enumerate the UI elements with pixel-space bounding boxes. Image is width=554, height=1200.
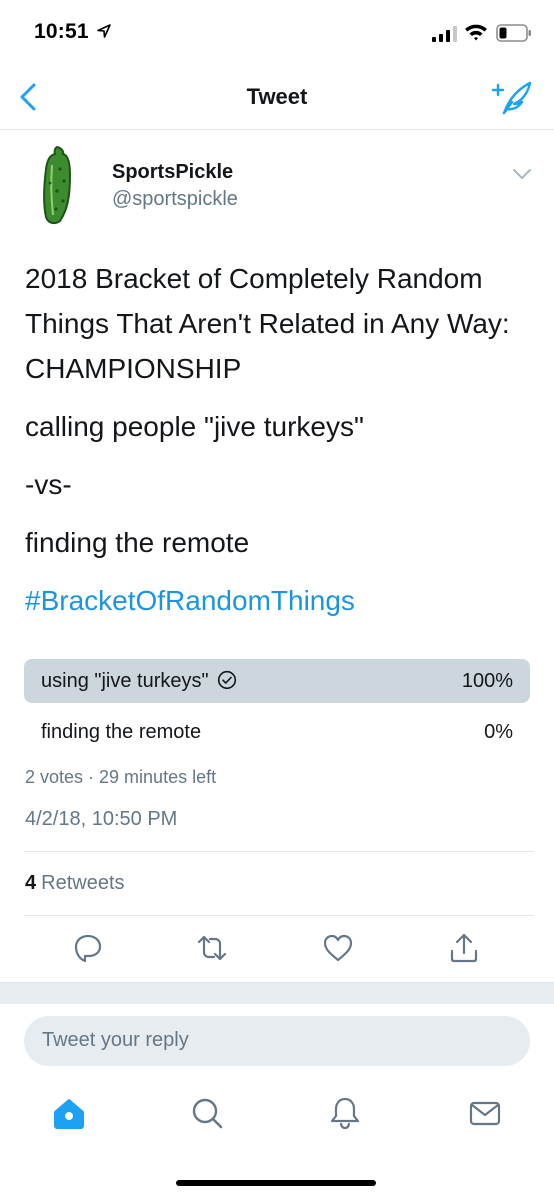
poll-option-label: using "jive turkeys" (41, 670, 209, 692)
heart-icon[interactable] (322, 932, 354, 964)
divider (24, 851, 534, 852)
home-indicator (176, 1180, 376, 1186)
tweet-header: SportsPickle @sportspickle (0, 131, 554, 231)
check-circle-icon (217, 670, 236, 690)
poll-option-percent: 100% (461, 670, 513, 692)
tweet-action-bar (0, 920, 554, 980)
retweet-count: 4 (25, 872, 37, 894)
tweet-timestamp: 4/2/18, 10:50 PM (25, 808, 178, 830)
display-name[interactable]: SportsPickle (112, 161, 233, 184)
tweet-paragraph: finding the remote (25, 527, 250, 558)
location-arrow-icon (97, 24, 111, 38)
battery-icon (496, 24, 531, 42)
poll-option-label: finding the remote (41, 721, 202, 743)
status-bar: 10:51 (0, 0, 554, 62)
tab-bar (0, 1090, 554, 1140)
bell-icon[interactable] (328, 1096, 362, 1130)
hashtag-link[interactable]: #BracketOfRandomThings (25, 578, 535, 623)
reply-icon[interactable] (72, 932, 104, 964)
home-icon[interactable] (52, 1096, 86, 1130)
status-time: 10:51 (34, 20, 89, 43)
poll-meta: 2 votes · 29 minutes left (25, 767, 217, 787)
tweet-paragraph: -vs- (25, 469, 72, 500)
tweet-paragraph: 2018 Bracket of Completely Random Things… (25, 263, 510, 384)
section-separator (0, 982, 554, 1004)
reply-placeholder: Tweet your reply (42, 1029, 189, 1051)
divider (24, 915, 534, 916)
retweets-link[interactable]: 4 Retweets (25, 872, 125, 895)
chevron-down-icon[interactable] (512, 167, 532, 181)
tweet-paragraph: calling people "jive turkeys" (25, 411, 364, 442)
user-handle[interactable]: @sportspickle (112, 188, 238, 211)
poll-option-percent: 0% (484, 721, 513, 743)
page-title: Tweet (246, 84, 308, 109)
retweet-label: Retweets (41, 872, 125, 894)
poll: using "jive turkeys" 100% finding the re… (24, 659, 530, 761)
signal-icon (432, 26, 457, 42)
poll-option: finding the remote 0% (24, 710, 530, 754)
navigation-bar: Tweet (0, 62, 554, 130)
search-icon[interactable] (190, 1096, 224, 1130)
tweet-text: 2018 Bracket of Completely Random Things… (25, 256, 535, 636)
poll-option: using "jive turkeys" 100% (24, 659, 530, 703)
reply-input[interactable]: Tweet your reply (24, 1016, 530, 1066)
share-icon[interactable] (448, 932, 480, 964)
avatar[interactable] (24, 145, 90, 225)
mail-icon[interactable] (468, 1096, 502, 1130)
compose-tweet-icon[interactable] (490, 80, 534, 116)
retweet-icon[interactable] (196, 932, 228, 964)
wifi-icon (465, 24, 487, 41)
